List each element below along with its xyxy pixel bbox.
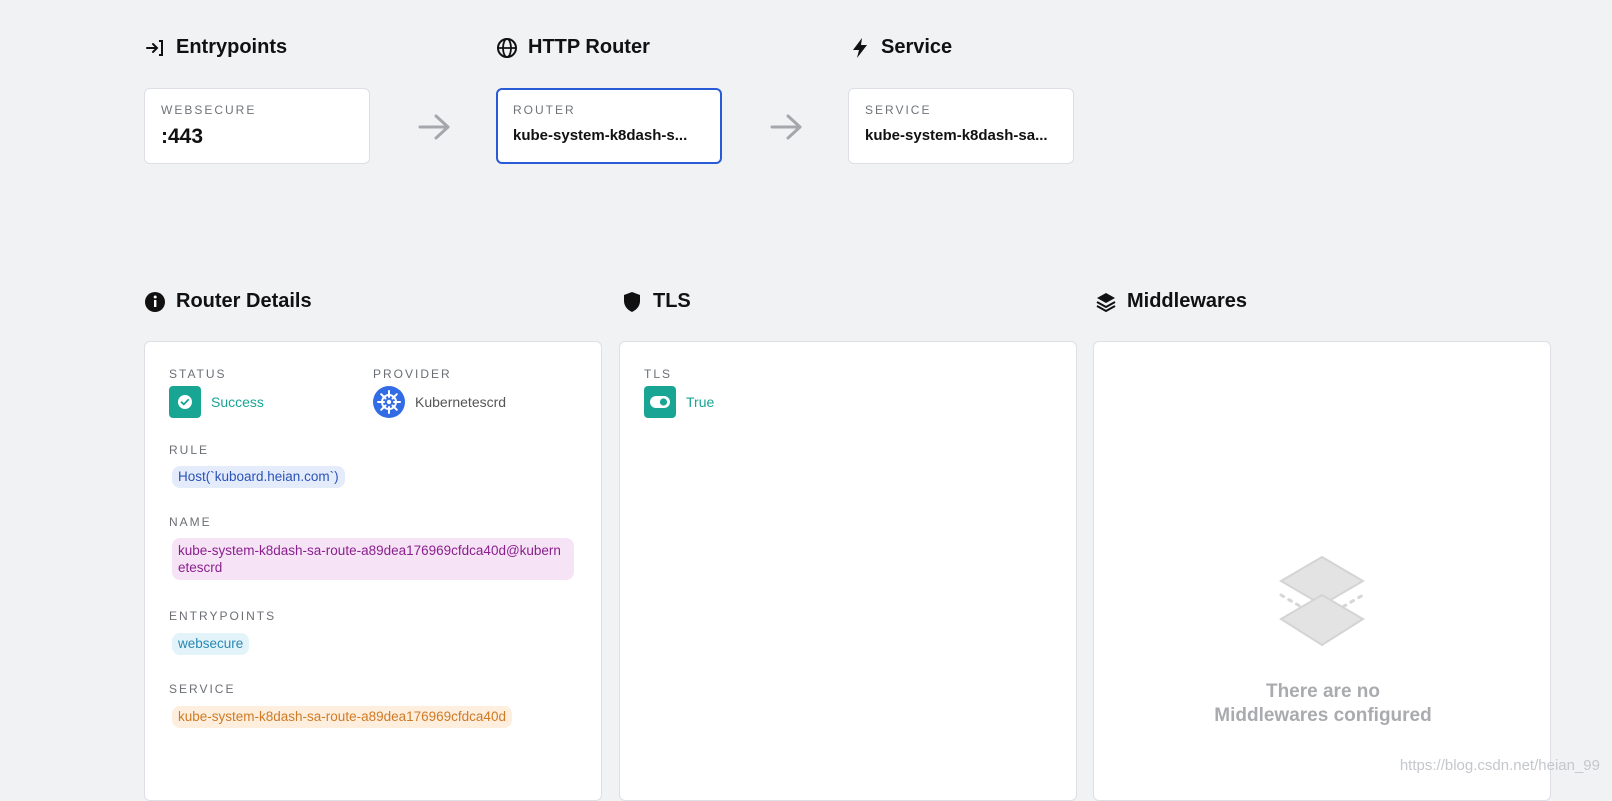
- entrypoint-card-value: :443: [161, 125, 204, 148]
- empty-line-1: There are no: [1265, 681, 1381, 702]
- router-details-title: Router Details: [144, 290, 312, 313]
- watermark: https://blog.csdn.net/heian_99: [1399, 757, 1600, 774]
- entrypoints-label: ENTRYPOINTS: [169, 609, 277, 623]
- router-details-panel: STATUS Success PROVIDER Kubernetescrd RU…: [144, 341, 602, 801]
- tls-title: TLS: [621, 290, 691, 313]
- name-label: NAME: [169, 515, 212, 529]
- provider-text: Kubernetescrd: [415, 394, 507, 410]
- middlewares-title-text: Middlewares: [1127, 290, 1248, 312]
- service-card-label: SERVICE: [865, 103, 932, 117]
- provider-label: PROVIDER: [373, 367, 452, 381]
- lightning-icon: [849, 37, 871, 59]
- status-text: Success: [211, 394, 264, 410]
- entrypoint-card-label: WEBSECURE: [161, 103, 257, 117]
- router-card-label: ROUTER: [513, 103, 576, 117]
- tls-value: True: [644, 386, 714, 418]
- service-label: SERVICE: [169, 682, 236, 696]
- provider-value: Kubernetescrd: [373, 386, 506, 418]
- status-value: Success: [169, 386, 264, 418]
- service-title-text: Service: [881, 36, 953, 58]
- router-title-text: HTTP Router: [528, 36, 650, 58]
- service-chip: kube-system-k8dash-sa-route-a89dea176969…: [172, 706, 512, 728]
- entrypoints-chip: websecure: [172, 633, 250, 655]
- entrypoints-title-text: Entrypoints: [176, 36, 288, 58]
- tls-text: True: [686, 394, 715, 410]
- entrypoint-card[interactable]: WEBSECURE :443: [144, 88, 370, 164]
- empty-line-2: Middlewares configured: [1214, 705, 1432, 726]
- middlewares-empty-message: There are no Middlewares configured: [1094, 680, 1552, 728]
- kubernetes-helm-icon: [373, 386, 405, 418]
- service-title: Service: [849, 36, 952, 59]
- flow-arrow-icon: [770, 114, 802, 140]
- router-card[interactable]: ROUTER kube-system-k8dash-s...: [496, 88, 722, 164]
- entrypoints-title: Entrypoints: [144, 36, 287, 59]
- layers-empty-icon: [1279, 555, 1365, 647]
- check-circle-icon: [169, 386, 201, 418]
- router-details-title-text: Router Details: [176, 290, 312, 312]
- name-chip: kube-system-k8dash-sa-route-a89dea176969…: [172, 538, 574, 580]
- flow-arrow-icon: [418, 114, 450, 140]
- router-title: HTTP Router: [496, 36, 650, 59]
- layers-icon: [1095, 291, 1117, 313]
- status-label: STATUS: [169, 367, 227, 381]
- info-circle-icon: [144, 291, 166, 313]
- router-card-value: kube-system-k8dash-s...: [513, 127, 688, 144]
- rule-label: RULE: [169, 443, 210, 457]
- middlewares-panel: There are no Middlewares configured: [1093, 341, 1551, 801]
- login-arrow-icon: [144, 37, 166, 59]
- tls-label: TLS: [644, 367, 673, 381]
- tls-panel: TLS True: [619, 341, 1077, 801]
- shield-icon: [621, 291, 643, 313]
- tls-title-text: TLS: [653, 290, 691, 312]
- toggle-on-icon: [644, 386, 676, 418]
- globe-icon: [496, 37, 518, 59]
- middlewares-title: Middlewares: [1095, 290, 1247, 313]
- service-card-value: kube-system-k8dash-sa...: [865, 127, 1048, 144]
- service-card[interactable]: SERVICE kube-system-k8dash-sa...: [848, 88, 1074, 164]
- rule-chip: Host(`kuboard.heian.com`): [172, 466, 345, 488]
